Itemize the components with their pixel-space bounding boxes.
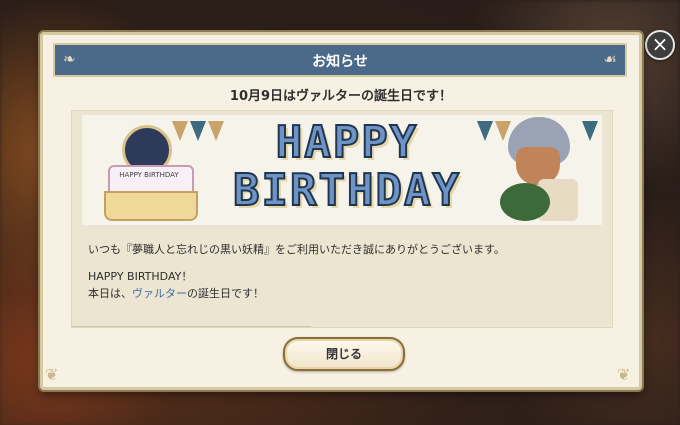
character-name: ヴァルター xyxy=(132,287,187,300)
banner-line-1: HAPPY xyxy=(275,117,419,168)
happy-birthday-title: HAPPY BIRTHDAY xyxy=(212,120,482,216)
close-icon[interactable]: × xyxy=(645,30,675,60)
flourish-right-icon: ☙ xyxy=(603,50,617,68)
notice-message: いつも『夢職人と忘れじの黒い妖精』をご利用いただき誠にありがとうございます。 H… xyxy=(88,241,598,310)
message-intro: いつも『夢職人と忘れじの黒い妖精』をご利用いただき誠にありがとうございます。 xyxy=(88,243,505,256)
notice-content: HAPPY BIRTHDAY HAPPY BIRTHDAY いつも『夢職人と忘れ… xyxy=(71,110,613,328)
close-button[interactable]: 閉じる xyxy=(283,337,405,371)
notice-headline: 10月9日はヴァルターの誕生日です！ xyxy=(229,89,453,104)
cake-label: HAPPY BIRTHDAY xyxy=(119,171,179,179)
character-illustration xyxy=(500,117,578,221)
message-greeting: HAPPY BIRTHDAY！ xyxy=(88,270,193,283)
dialog-title-bar: ❧ お知らせ ☙ xyxy=(53,43,627,77)
dialog-title: お知らせ xyxy=(312,54,368,70)
banner-line-2: BIRTHDAY xyxy=(232,165,461,216)
birthday-cake-illustration: HAPPY BIRTHDAY xyxy=(100,125,200,221)
message-prefix: 本日は、 xyxy=(88,287,132,300)
corner-ornament-icon: ❦ xyxy=(617,365,631,384)
divider xyxy=(71,326,311,327)
birthday-banner: HAPPY BIRTHDAY HAPPY BIRTHDAY xyxy=(82,115,602,225)
message-suffix: の誕生日です！ xyxy=(187,287,264,300)
message-birthday-line: 本日は、ヴァルターの誕生日です！ xyxy=(88,285,598,302)
bouquet-icon xyxy=(500,183,550,221)
notice-dialog: ❦ ❦ ❧ お知らせ ☙ 10月9日はヴァルターの誕生日です！ HAPPY BI… xyxy=(40,32,642,390)
corner-ornament-icon: ❦ xyxy=(45,365,59,384)
